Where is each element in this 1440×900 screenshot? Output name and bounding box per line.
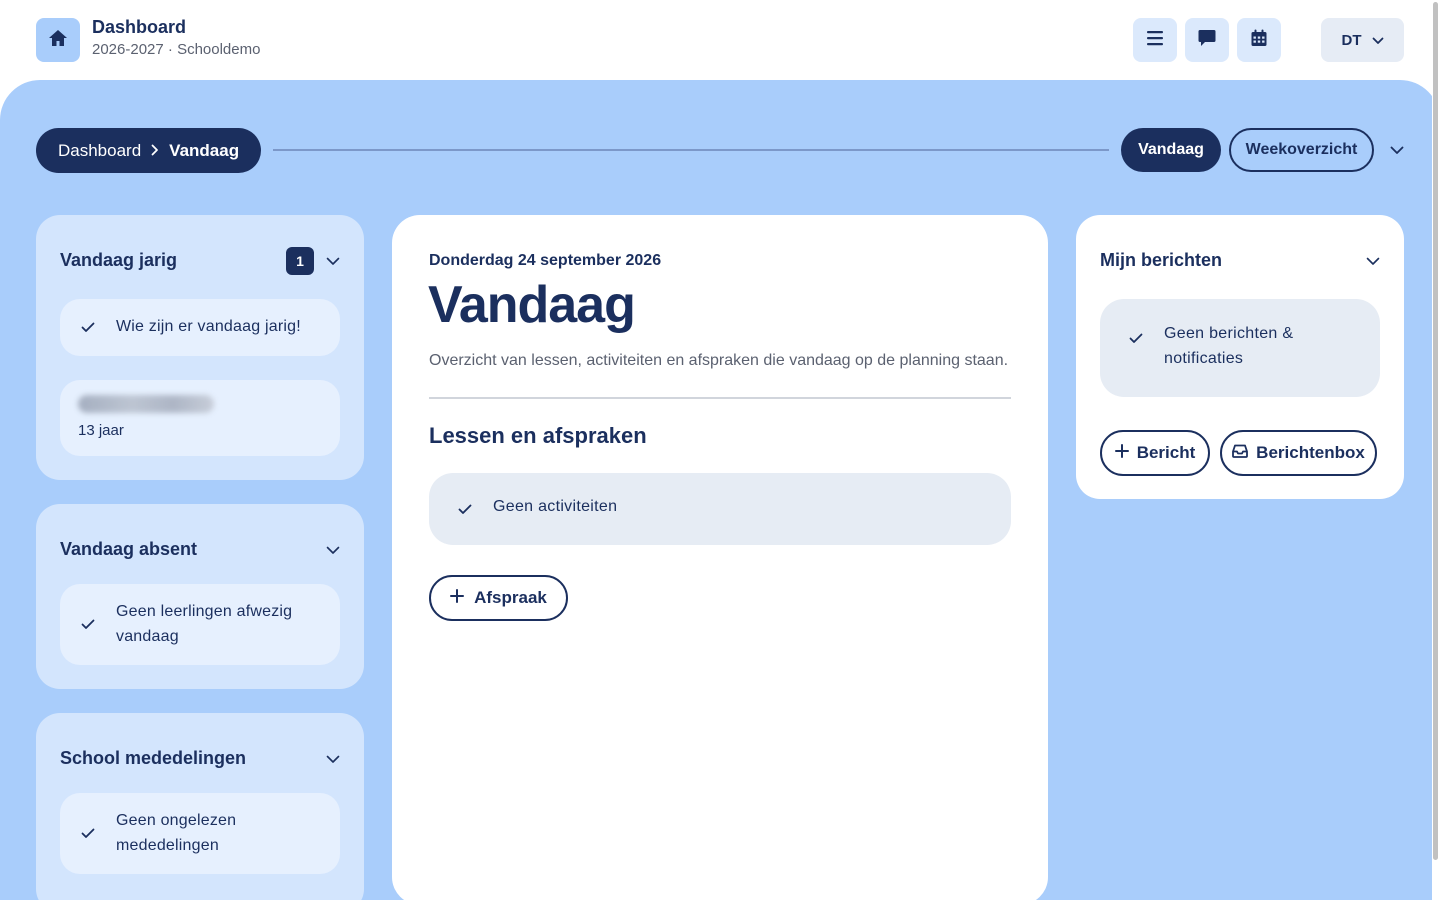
home-button[interactable] [36,18,80,62]
birthday-prompt: Wie zijn er vandaag jarig! [60,299,340,356]
menu-icon [1146,30,1164,51]
calendar-button[interactable] [1237,18,1281,62]
birthday-prompt-text: Wie zijn er vandaag jarig! [116,318,301,335]
breadcrumb-current: Vandaag [169,140,240,160]
scrollbar-thumb[interactable] [1433,2,1438,860]
today-description: Overzicht van lessen, activiteiten en af… [429,352,1009,369]
chevron-right-icon [151,141,159,161]
new-message-button[interactable]: Bericht [1100,430,1210,476]
inbox-label: Berichtenbox [1256,443,1365,462]
view-week-button[interactable]: Weekoverzicht [1229,128,1374,172]
lessons-section-title: Lessen en afspraken [429,423,647,448]
messages-collapse-toggle[interactable] [1365,253,1381,269]
announcements-card: School mededelingen Geen ongelezen meded… [36,713,364,900]
user-initials: DT [1341,31,1362,49]
messages-title: Mijn berichten [1100,250,1223,270]
main-content: Dashboard Vandaag Vandaag Weekoverzicht … [0,80,1440,900]
user-menu-button[interactable]: DT [1321,18,1404,62]
absent-title: Vandaag absent [60,539,198,559]
today-date: Donderdag 24 september 2026 [429,252,662,269]
check-icon [457,501,473,517]
view-options-toggle[interactable] [1387,141,1407,161]
absent-collapse-toggle[interactable] [325,542,341,558]
breadcrumb-divider [273,149,1109,151]
today-panel: Donderdag 24 september 2026 Vandaag Over… [392,215,1048,900]
birthdays-collapse-toggle[interactable] [325,253,341,269]
messages-empty-state: Geen berichten & notificaties [1100,299,1380,397]
view-today-button[interactable]: Vandaag [1121,128,1221,172]
breadcrumb: Dashboard Vandaag [36,128,262,173]
inbox-button[interactable]: Berichtenbox [1220,430,1377,476]
student-age: 13 jaar [78,422,124,439]
page-heading: Dashboard 2026-2027 · Schooldemo [92,16,260,59]
calendar-icon [1250,29,1268,52]
plus-icon [450,588,465,608]
student-name-redacted [78,395,214,413]
menu-button[interactable] [1133,18,1177,62]
chevron-down-icon [1390,142,1404,160]
check-icon [1128,330,1144,346]
absent-card: Vandaag absent Geen leerlingen afwezig v… [36,504,364,689]
today-title: Vandaag [428,276,636,334]
top-bar: Dashboard 2026-2027 · Schooldemo DT [0,0,1440,80]
announcements-title: School mededelingen [60,748,247,768]
birthday-student-item[interactable]: 13 jaar [60,380,340,456]
birthdays-card: Vandaag jarig 1 Wie zijn er vandaag jari… [36,215,364,480]
plus-icon [1114,443,1129,463]
home-icon [48,28,68,53]
announcements-collapse-toggle[interactable] [325,751,341,767]
absent-empty-state: Geen leerlingen afwezig vandaag [60,584,340,665]
announcements-empty-text: Geen ongelezen mededelingen [116,812,237,854]
school-year-subtitle: 2026-2027 · Schooldemo [92,41,261,58]
messages-button[interactable] [1185,18,1229,62]
lessons-empty-text: Geen activiteiten [493,498,618,515]
birthday-count-badge: 1 [286,247,314,275]
check-icon [80,616,96,632]
add-appointment-button[interactable]: Afspraak [429,575,568,621]
chevron-down-icon [1372,32,1384,49]
birthdays-title: Vandaag jarig [60,250,178,270]
absent-empty-text: Geen leerlingen afwezig vandaag [116,603,293,645]
add-appointment-label: Afspraak [474,588,547,607]
messages-empty-text: Geen berichten & notificaties [1164,325,1294,367]
app-title: Dashboard [92,17,187,37]
messages-card: Mijn berichten Geen berichten & notifica… [1076,215,1404,499]
check-icon [80,319,96,335]
breadcrumb-dashboard-link[interactable]: Dashboard [58,141,141,161]
new-message-label: Bericht [1136,443,1196,462]
section-divider [429,397,1011,399]
lessons-empty-state: Geen activiteiten [429,473,1011,545]
chat-icon [1198,29,1216,52]
inbox-icon [1232,443,1249,463]
announcements-empty-state: Geen ongelezen mededelingen [60,793,340,874]
check-icon [80,825,96,841]
